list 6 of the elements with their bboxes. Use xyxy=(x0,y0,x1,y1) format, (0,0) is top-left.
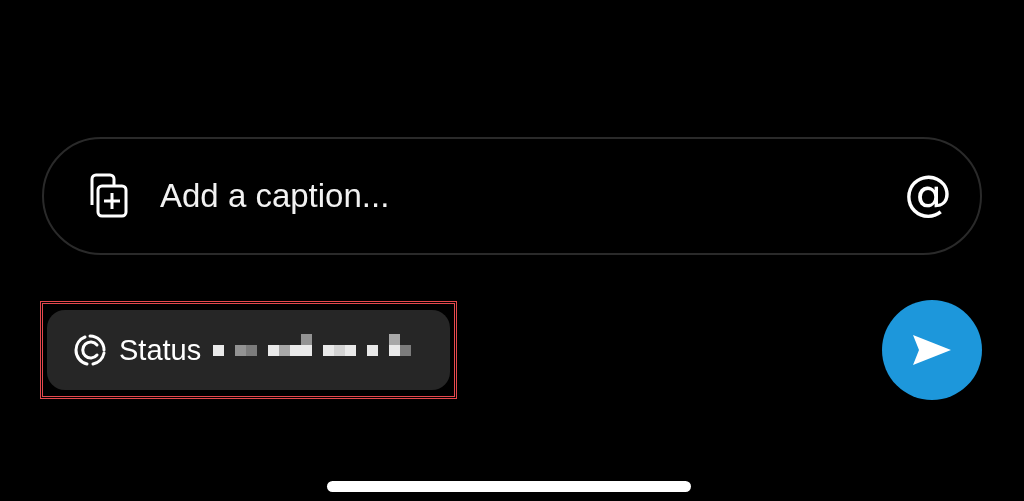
caption-input[interactable]: Add a caption... xyxy=(158,176,878,216)
send-icon xyxy=(911,333,953,367)
caption-field[interactable]: Add a caption... @ xyxy=(42,137,982,255)
status-ring-icon xyxy=(73,333,107,367)
status-chip[interactable]: Status xyxy=(47,310,450,390)
mention-button[interactable]: @ xyxy=(904,169,952,223)
